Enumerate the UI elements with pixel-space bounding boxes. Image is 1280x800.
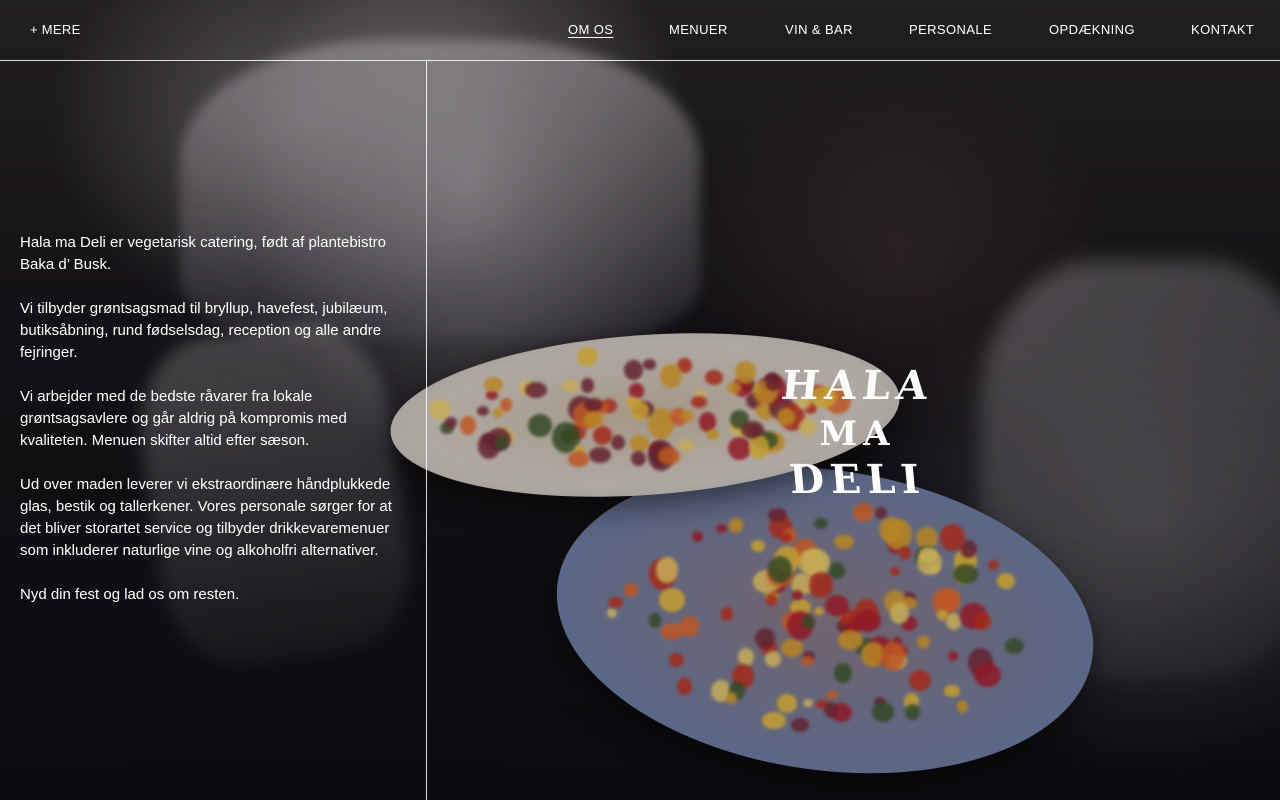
nav-item-kontakt[interactable]: KONTAKT bbox=[1191, 22, 1254, 37]
about-paragraph: Hala ma Deli er vegetarisk catering, fød… bbox=[20, 234, 386, 273]
about-paragraph: Vi arbejder med de bedste råvarer fra lo… bbox=[20, 388, 347, 449]
main-nav: OM OS MENUER VIN & BAR PERSONALE OPDÆKNI… bbox=[0, 22, 1280, 42]
logo-line: DELI bbox=[787, 456, 928, 503]
nav-item-opdaekning[interactable]: OPDÆKNING bbox=[1049, 22, 1135, 37]
about-text-section: Hala ma Deli er vegetarisk catering, fød… bbox=[20, 232, 410, 628]
about-paragraph: Ud over maden leverer vi ekstraordinære … bbox=[20, 476, 392, 559]
about-paragraph: Vi tilbyder grøntsagsmad til bryllup, ha… bbox=[20, 300, 388, 361]
logo-line: HALA bbox=[779, 362, 936, 409]
nav-item-vin-bar[interactable]: VIN & BAR bbox=[785, 22, 853, 37]
nav-item-personale[interactable]: PERSONALE bbox=[909, 22, 992, 37]
logo-line: MA bbox=[819, 414, 896, 454]
column-divider bbox=[426, 60, 427, 800]
nav-item-om-os[interactable]: OM OS bbox=[568, 22, 613, 37]
top-navigation-bar: + MERE OM OS MENUER VIN & BAR PERSONALE … bbox=[0, 0, 1280, 61]
nav-item-menuer[interactable]: MENUER bbox=[669, 22, 728, 37]
about-paragraph: Nyd din fest og lad os om resten. bbox=[20, 586, 240, 603]
hala-ma-deli-logo[interactable]: HALA MA DELI bbox=[779, 362, 936, 512]
